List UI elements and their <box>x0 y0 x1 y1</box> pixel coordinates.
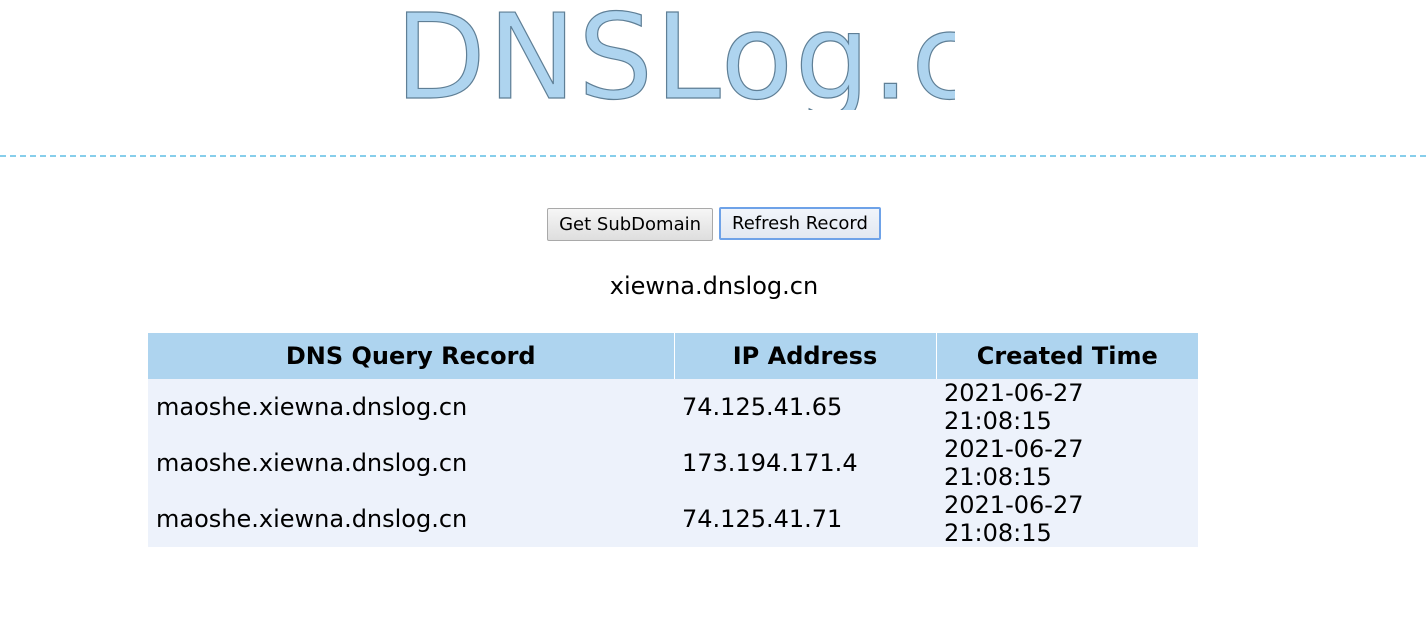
action-buttons: Get SubDomain Refresh Record <box>0 207 1426 241</box>
table-row: maoshe.xiewna.dnslog.cn 173.194.171.4 20… <box>148 435 1198 491</box>
table-row: maoshe.xiewna.dnslog.cn 74.125.41.71 202… <box>148 491 1198 547</box>
subdomain-text: xiewna.dnslog.cn <box>609 272 819 300</box>
get-subdomain-button[interactable]: Get SubDomain <box>547 208 714 241</box>
logo-text: DNSLog.cn <box>395 0 955 110</box>
ip-address-cell: 74.125.41.65 <box>674 379 936 435</box>
ip-address-cell: 74.125.41.71 <box>674 491 936 547</box>
table-row: maoshe.xiewna.dnslog.cn 74.125.41.65 202… <box>148 379 1198 435</box>
table-header-row: DNS Query Record IP Address Created Time <box>148 333 1198 379</box>
column-header-ip-address: IP Address <box>674 333 937 379</box>
created-time-cell: 2021-06-27 21:08:15 <box>936 491 1198 547</box>
created-time-cell: 2021-06-27 21:08:15 <box>936 379 1198 435</box>
logo-banner: DNSLog.cn <box>0 0 1426 110</box>
dns-query-record-cell: maoshe.xiewna.dnslog.cn <box>148 435 674 491</box>
refresh-record-button[interactable]: Refresh Record <box>719 207 881 240</box>
column-header-dns-query-record: DNS Query Record <box>148 333 675 379</box>
dashed-divider <box>0 155 1426 157</box>
dns-records-table: DNS Query Record IP Address Created Time… <box>148 333 1198 547</box>
created-time-cell: 2021-06-27 21:08:15 <box>936 435 1198 491</box>
dns-query-record-cell: maoshe.xiewna.dnslog.cn <box>148 491 674 547</box>
column-header-created-time: Created Time <box>936 333 1198 379</box>
dns-query-record-cell: maoshe.xiewna.dnslog.cn <box>148 379 674 435</box>
ip-address-cell: 173.194.171.4 <box>674 435 936 491</box>
logo-image: DNSLog.cn <box>395 0 955 110</box>
